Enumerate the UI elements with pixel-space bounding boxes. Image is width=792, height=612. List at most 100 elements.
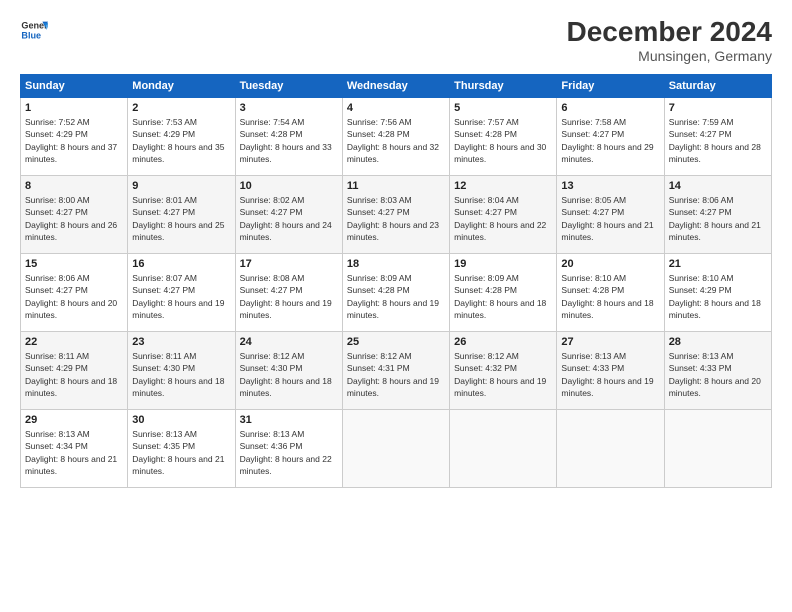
- day-number: 26: [454, 336, 552, 348]
- day-info: Sunrise: 8:11 AMSunset: 4:30 PMDaylight:…: [132, 350, 230, 399]
- day-info: Sunrise: 8:09 AMSunset: 4:28 PMDaylight:…: [347, 272, 445, 321]
- col-monday: Monday: [128, 75, 235, 98]
- day-info: Sunrise: 7:59 AMSunset: 4:27 PMDaylight:…: [669, 116, 767, 165]
- day-number: 8: [25, 180, 123, 192]
- svg-text:Blue: Blue: [21, 30, 41, 40]
- calendar-cell: 22 Sunrise: 8:11 AMSunset: 4:29 PMDaylig…: [21, 332, 128, 410]
- day-number: 2: [132, 102, 230, 114]
- calendar-cell: 25 Sunrise: 8:12 AMSunset: 4:31 PMDaylig…: [342, 332, 449, 410]
- day-info: Sunrise: 8:02 AMSunset: 4:27 PMDaylight:…: [240, 194, 338, 243]
- day-info: Sunrise: 8:13 AMSunset: 4:36 PMDaylight:…: [240, 428, 338, 477]
- day-number: 15: [25, 258, 123, 270]
- day-number: 25: [347, 336, 445, 348]
- day-number: 30: [132, 414, 230, 426]
- day-number: 4: [347, 102, 445, 114]
- calendar-cell: 1 Sunrise: 7:52 AMSunset: 4:29 PMDayligh…: [21, 98, 128, 176]
- calendar-cell: [342, 410, 449, 488]
- calendar-cell: 24 Sunrise: 8:12 AMSunset: 4:30 PMDaylig…: [235, 332, 342, 410]
- calendar-cell: 27 Sunrise: 8:13 AMSunset: 4:33 PMDaylig…: [557, 332, 664, 410]
- day-info: Sunrise: 7:56 AMSunset: 4:28 PMDaylight:…: [347, 116, 445, 165]
- day-info: Sunrise: 8:03 AMSunset: 4:27 PMDaylight:…: [347, 194, 445, 243]
- day-number: 7: [669, 102, 767, 114]
- col-saturday: Saturday: [664, 75, 771, 98]
- day-number: 23: [132, 336, 230, 348]
- day-info: Sunrise: 8:13 AMSunset: 4:33 PMDaylight:…: [669, 350, 767, 399]
- day-number: 13: [561, 180, 659, 192]
- day-info: Sunrise: 7:58 AMSunset: 4:27 PMDaylight:…: [561, 116, 659, 165]
- day-info: Sunrise: 7:53 AMSunset: 4:29 PMDaylight:…: [132, 116, 230, 165]
- calendar-cell: 4 Sunrise: 7:56 AMSunset: 4:28 PMDayligh…: [342, 98, 449, 176]
- calendar-header-row: Sunday Monday Tuesday Wednesday Thursday…: [21, 75, 772, 98]
- col-friday: Friday: [557, 75, 664, 98]
- calendar-cell: 3 Sunrise: 7:54 AMSunset: 4:28 PMDayligh…: [235, 98, 342, 176]
- day-number: 12: [454, 180, 552, 192]
- header: General Blue December 2024 Munsingen, Ge…: [20, 16, 772, 64]
- day-info: Sunrise: 8:09 AMSunset: 4:28 PMDaylight:…: [454, 272, 552, 321]
- calendar-cell: 23 Sunrise: 8:11 AMSunset: 4:30 PMDaylig…: [128, 332, 235, 410]
- calendar-week-5: 29 Sunrise: 8:13 AMSunset: 4:34 PMDaylig…: [21, 410, 772, 488]
- calendar-page: General Blue December 2024 Munsingen, Ge…: [0, 0, 792, 612]
- day-number: 22: [25, 336, 123, 348]
- calendar-week-4: 22 Sunrise: 8:11 AMSunset: 4:29 PMDaylig…: [21, 332, 772, 410]
- day-number: 21: [669, 258, 767, 270]
- calendar-cell: 5 Sunrise: 7:57 AMSunset: 4:28 PMDayligh…: [450, 98, 557, 176]
- location-title: Munsingen, Germany: [567, 48, 772, 64]
- calendar-cell: 10 Sunrise: 8:02 AMSunset: 4:27 PMDaylig…: [235, 176, 342, 254]
- day-info: Sunrise: 8:06 AMSunset: 4:27 PMDaylight:…: [669, 194, 767, 243]
- day-number: 5: [454, 102, 552, 114]
- day-number: 14: [669, 180, 767, 192]
- day-info: Sunrise: 8:12 AMSunset: 4:30 PMDaylight:…: [240, 350, 338, 399]
- calendar-cell: 8 Sunrise: 8:00 AMSunset: 4:27 PMDayligh…: [21, 176, 128, 254]
- col-wednesday: Wednesday: [342, 75, 449, 98]
- calendar-cell: [557, 410, 664, 488]
- logo-icon: General Blue: [20, 16, 48, 44]
- day-number: 27: [561, 336, 659, 348]
- day-info: Sunrise: 8:12 AMSunset: 4:32 PMDaylight:…: [454, 350, 552, 399]
- day-number: 11: [347, 180, 445, 192]
- calendar-week-2: 8 Sunrise: 8:00 AMSunset: 4:27 PMDayligh…: [21, 176, 772, 254]
- calendar-cell: 16 Sunrise: 8:07 AMSunset: 4:27 PMDaylig…: [128, 254, 235, 332]
- col-sunday: Sunday: [21, 75, 128, 98]
- day-info: Sunrise: 8:10 AMSunset: 4:29 PMDaylight:…: [669, 272, 767, 321]
- day-number: 29: [25, 414, 123, 426]
- day-info: Sunrise: 8:00 AMSunset: 4:27 PMDaylight:…: [25, 194, 123, 243]
- calendar-cell: 15 Sunrise: 8:06 AMSunset: 4:27 PMDaylig…: [21, 254, 128, 332]
- calendar-cell: 11 Sunrise: 8:03 AMSunset: 4:27 PMDaylig…: [342, 176, 449, 254]
- day-number: 16: [132, 258, 230, 270]
- calendar-cell: 9 Sunrise: 8:01 AMSunset: 4:27 PMDayligh…: [128, 176, 235, 254]
- day-info: Sunrise: 8:13 AMSunset: 4:35 PMDaylight:…: [132, 428, 230, 477]
- calendar-table: Sunday Monday Tuesday Wednesday Thursday…: [20, 74, 772, 488]
- day-number: 19: [454, 258, 552, 270]
- title-block: December 2024 Munsingen, Germany: [567, 16, 772, 64]
- day-info: Sunrise: 7:57 AMSunset: 4:28 PMDaylight:…: [454, 116, 552, 165]
- day-number: 24: [240, 336, 338, 348]
- month-title: December 2024: [567, 16, 772, 48]
- calendar-cell: 6 Sunrise: 7:58 AMSunset: 4:27 PMDayligh…: [557, 98, 664, 176]
- day-info: Sunrise: 8:13 AMSunset: 4:34 PMDaylight:…: [25, 428, 123, 477]
- day-info: Sunrise: 8:11 AMSunset: 4:29 PMDaylight:…: [25, 350, 123, 399]
- day-info: Sunrise: 8:10 AMSunset: 4:28 PMDaylight:…: [561, 272, 659, 321]
- day-info: Sunrise: 8:01 AMSunset: 4:27 PMDaylight:…: [132, 194, 230, 243]
- calendar-cell: 18 Sunrise: 8:09 AMSunset: 4:28 PMDaylig…: [342, 254, 449, 332]
- day-number: 10: [240, 180, 338, 192]
- calendar-cell: [664, 410, 771, 488]
- calendar-cell: 19 Sunrise: 8:09 AMSunset: 4:28 PMDaylig…: [450, 254, 557, 332]
- calendar-cell: 28 Sunrise: 8:13 AMSunset: 4:33 PMDaylig…: [664, 332, 771, 410]
- calendar-cell: 29 Sunrise: 8:13 AMSunset: 4:34 PMDaylig…: [21, 410, 128, 488]
- day-info: Sunrise: 8:12 AMSunset: 4:31 PMDaylight:…: [347, 350, 445, 399]
- day-number: 6: [561, 102, 659, 114]
- day-info: Sunrise: 7:54 AMSunset: 4:28 PMDaylight:…: [240, 116, 338, 165]
- day-info: Sunrise: 8:06 AMSunset: 4:27 PMDaylight:…: [25, 272, 123, 321]
- calendar-cell: 2 Sunrise: 7:53 AMSunset: 4:29 PMDayligh…: [128, 98, 235, 176]
- calendar-cell: [450, 410, 557, 488]
- day-number: 17: [240, 258, 338, 270]
- day-number: 20: [561, 258, 659, 270]
- calendar-cell: 31 Sunrise: 8:13 AMSunset: 4:36 PMDaylig…: [235, 410, 342, 488]
- calendar-cell: 21 Sunrise: 8:10 AMSunset: 4:29 PMDaylig…: [664, 254, 771, 332]
- day-info: Sunrise: 7:52 AMSunset: 4:29 PMDaylight:…: [25, 116, 123, 165]
- calendar-cell: 17 Sunrise: 8:08 AMSunset: 4:27 PMDaylig…: [235, 254, 342, 332]
- day-info: Sunrise: 8:04 AMSunset: 4:27 PMDaylight:…: [454, 194, 552, 243]
- calendar-cell: 12 Sunrise: 8:04 AMSunset: 4:27 PMDaylig…: [450, 176, 557, 254]
- col-tuesday: Tuesday: [235, 75, 342, 98]
- day-number: 1: [25, 102, 123, 114]
